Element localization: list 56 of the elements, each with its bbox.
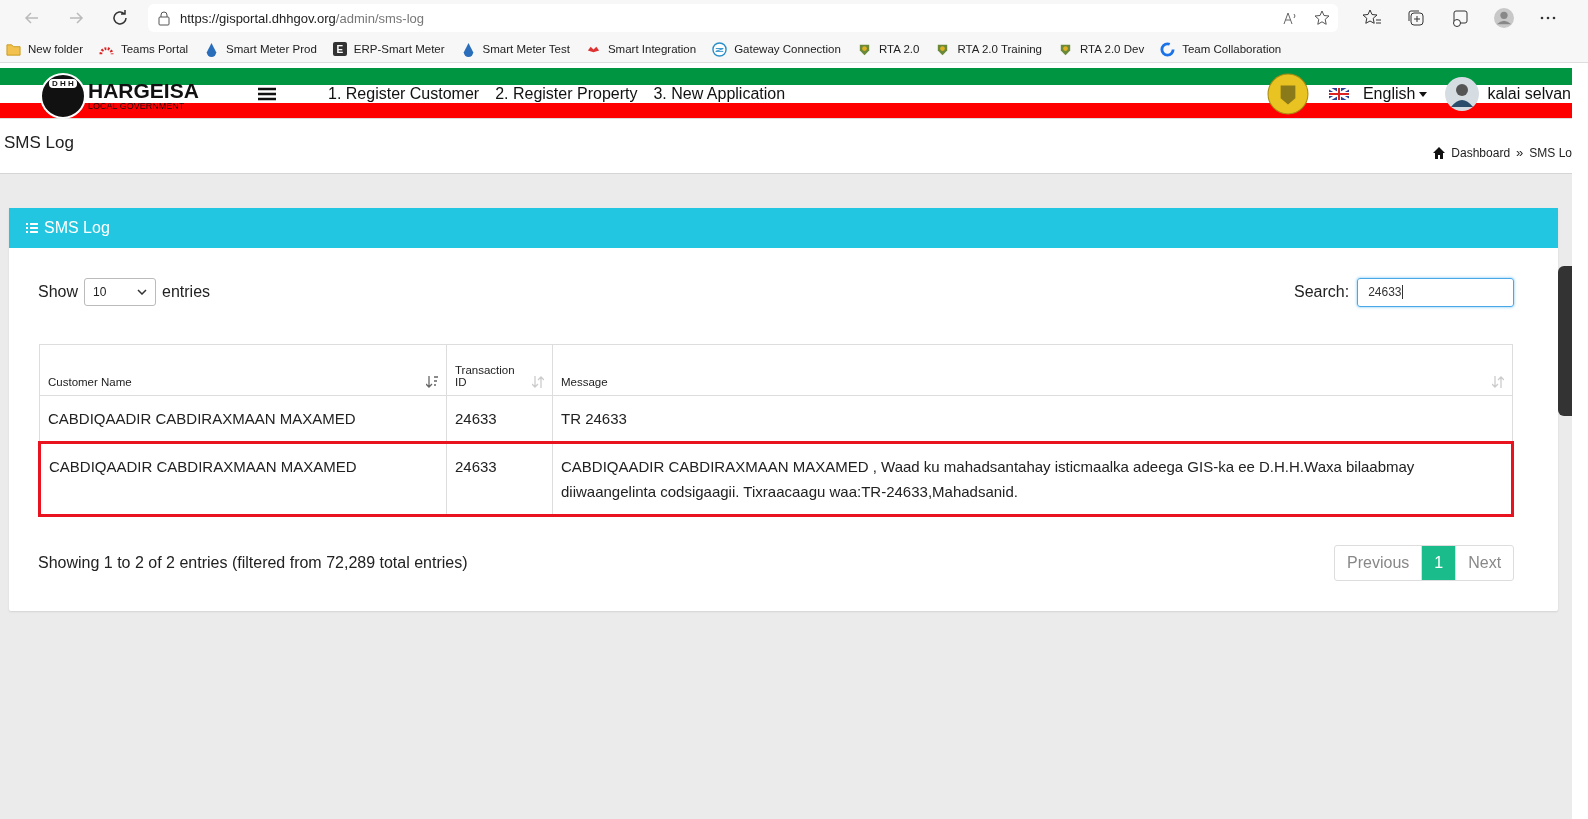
bookmark[interactable]: RTA 2.0 Training [935, 41, 1042, 57]
bookmark[interactable]: Smart Integration [585, 41, 697, 57]
search-label: Search: [1294, 283, 1350, 301]
bookmark[interactable]: RTA 2.0 [856, 41, 920, 57]
entries-label: entries [162, 283, 211, 301]
bookmark[interactable]: RTA 2.0 Dev [1058, 41, 1145, 57]
previous-button[interactable]: Previous [1335, 546, 1422, 580]
page-title: SMS Log [4, 133, 74, 153]
card-title: SMS Log [44, 219, 110, 237]
list-icon [26, 222, 38, 234]
breadcrumb-link[interactable]: SMS Lo [1529, 145, 1572, 160]
table-cell: 24633 [446, 442, 553, 516]
column-header[interactable]: Transaction ID [446, 344, 553, 396]
menu-icon[interactable] [258, 87, 276, 101]
uk-flag-icon [1328, 88, 1349, 100]
page-size-select[interactable]: 10 [84, 278, 157, 306]
table-cell: CABDIQAADIR CABDIRAXMAAN MAXAMED [39, 442, 447, 516]
home-icon [1433, 146, 1446, 159]
lock-icon [156, 10, 172, 26]
collections-icon[interactable] [1406, 8, 1426, 28]
column-header[interactable]: Customer Name [39, 344, 447, 396]
user-menu[interactable]: kalai selvan [1487, 85, 1572, 103]
favorite-add-icon[interactable] [1314, 10, 1330, 26]
search-field[interactable]: 24633 [1357, 277, 1515, 307]
nav-link[interactable]: 1. Register Customer [328, 85, 480, 103]
bookmark[interactable]: Gateway Connection [712, 41, 841, 57]
letter-icon: E [332, 42, 347, 56]
bookmark[interactable]: Teams Portal [98, 41, 189, 57]
logo-title: HARGEISA [88, 81, 199, 101]
bookmark[interactable]: Smart Meter Prod [204, 41, 317, 57]
show-label: Show [38, 283, 79, 301]
read-aloud-icon[interactable] [1282, 10, 1298, 26]
logo-subtitle: LOCAL GOVERNMENT [88, 101, 186, 111]
column-header[interactable]: Message [552, 344, 1513, 396]
reload-icon[interactable] [110, 8, 130, 28]
bookmark[interactable]: New folder [6, 41, 83, 57]
nav-link[interactable]: 2. Register Property [495, 85, 638, 103]
browser-essentials-icon[interactable] [1450, 8, 1470, 28]
chevron-down-icon [137, 289, 148, 295]
nav-link[interactable]: 3. New Application [653, 85, 786, 103]
globe-icon [712, 41, 728, 57]
table-cell: CABDIQAADIR CABDIRAXMAAN MAXAMED , Waad ku mahadsantahay isticmaalka adeega GIS-ka ee D.H.H.Waxa bilaabmay diiwaangelinta codsigaagii. Tixraacaagu waa:TR-24633,Mahadsanid. [552, 442, 1513, 516]
bookmark[interactable]: Smart Meter Test [460, 41, 570, 57]
address-bar[interactable]: https://gisportal.dhhgov.org/admin/sms-log [148, 4, 1338, 32]
table-cell: CABDIQAADIR CABDIRAXMAAN MAXAMED [39, 395, 447, 443]
folder-icon [6, 41, 21, 57]
next-button[interactable]: Next [1455, 546, 1514, 580]
language-dropdown[interactable]: English [1362, 85, 1428, 103]
table-info: Showing 1 to 2 of 2 entries (filtered from 72,289 total entries) [38, 554, 468, 572]
ring-icon [1160, 41, 1176, 57]
bookmark[interactable]: E ERP-Smart Meter [332, 42, 445, 56]
profile-icon[interactable] [1494, 8, 1514, 28]
bookmark[interactable]: Team Collaboration [1160, 41, 1282, 57]
breadcrumb-link[interactable]: Dashboard [1451, 145, 1511, 160]
caret-icon [1419, 91, 1428, 97]
breadcrumb-separator: » [1516, 145, 1524, 160]
